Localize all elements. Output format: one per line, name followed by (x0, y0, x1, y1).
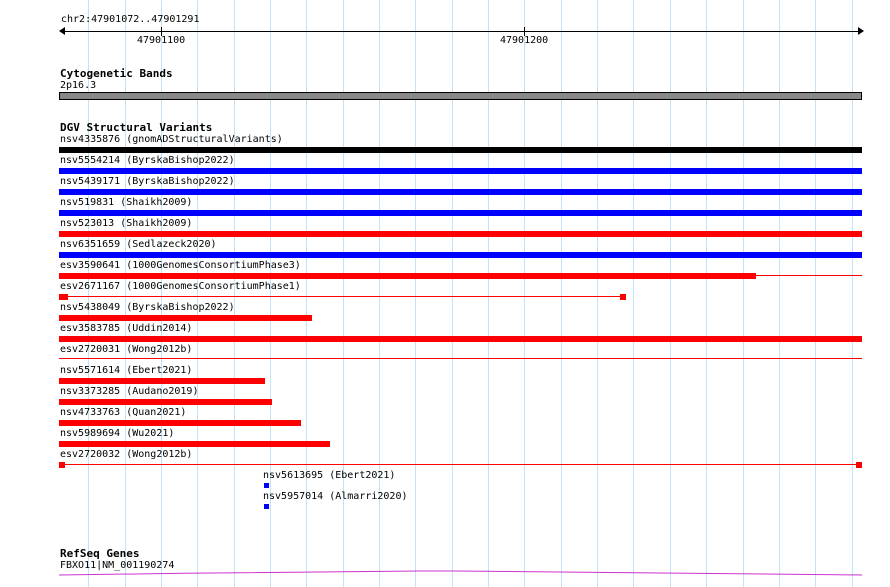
grid-line (670, 0, 671, 587)
variant-bar[interactable] (59, 189, 862, 195)
variant-label: esv2720031 (Wong2012b) (60, 344, 193, 355)
variant-label: nsv4733763 (Quan2021) (60, 407, 187, 418)
track-title: DGV Structural Variants (60, 121, 213, 134)
position-label: 47901100 (137, 35, 186, 46)
variant-bar[interactable] (59, 168, 862, 174)
variant-block[interactable] (264, 483, 269, 488)
variant-label: nsv4335876 (gnomADStructuralVariants) (60, 134, 283, 145)
variant-label: nsv5957014 (Almarri2020) (263, 491, 408, 502)
variant-bar[interactable] (59, 273, 756, 279)
variant-bar[interactable] (59, 441, 330, 447)
grid-line (524, 0, 525, 587)
variant-bar[interactable] (59, 210, 862, 216)
band-label: 2p16.3 (60, 80, 97, 91)
variant-label: nsv523013 (Shaikh2009) (60, 218, 193, 229)
variant-bar[interactable] (59, 378, 265, 384)
variant-label: esv2671167 (1000GenomesConsortiumPhase1) (60, 281, 301, 292)
grid-line (597, 0, 598, 587)
variant-end-block[interactable] (620, 294, 626, 300)
ruler-line (61, 31, 860, 32)
grid-line (488, 0, 489, 587)
cytogenetic-band-bar[interactable] (59, 92, 862, 100)
grid-line (633, 0, 634, 587)
variant-connector (756, 275, 862, 276)
right-arrow-icon (858, 27, 864, 35)
grid-line (125, 0, 126, 587)
variant-bar[interactable] (59, 231, 862, 237)
variant-label: nsv6351659 (Sedlazeck2020) (60, 239, 217, 250)
grid-line (852, 0, 853, 587)
variant-label: nsv519831 (Shaikh2009) (60, 197, 193, 208)
variant-label: nsv5439171 (ByrskaBishop2022) (60, 176, 235, 187)
variant-bar[interactable] (59, 315, 312, 321)
variant-bar[interactable] (59, 399, 272, 405)
genome-browser-view: chr2:47901072..47901291 47901100 4790120… (0, 0, 890, 587)
variant-label: esv3590641 (1000GenomesConsortiumPhase3) (60, 260, 301, 271)
variant-line[interactable] (59, 358, 862, 359)
grid-line (706, 0, 707, 587)
grid-line (415, 0, 416, 587)
variant-label: nsv5989694 (Wu2021) (60, 428, 175, 439)
grid-line (779, 0, 780, 587)
variant-label: esv3583785 (Uddin2014) (60, 323, 193, 334)
variant-label: nsv5613695 (Ebert2021) (263, 470, 396, 481)
track-title: RefSeq Genes (60, 547, 140, 560)
variant-block[interactable] (264, 504, 269, 509)
variant-bar[interactable] (59, 420, 301, 426)
grid-line (815, 0, 816, 587)
refseq-gene-track[interactable] (59, 566, 862, 587)
variant-label: nsv5438049 (ByrskaBishop2022) (60, 302, 235, 313)
track-title: Cytogenetic Bands (60, 67, 173, 80)
variant-bar[interactable] (59, 252, 862, 258)
grid-line (161, 0, 162, 587)
position-label: 47901200 (500, 35, 549, 46)
grid-line (743, 0, 744, 587)
variant-bar[interactable] (59, 147, 862, 153)
variant-label: nsv5554214 (ByrskaBishop2022) (60, 155, 235, 166)
refseq-gene-curve (59, 570, 862, 576)
variant-connector (65, 464, 856, 465)
grid-line (234, 0, 235, 587)
variant-label: nsv5571614 (Ebert2021) (60, 365, 193, 376)
variant-start-block[interactable] (59, 294, 68, 300)
variant-bar[interactable] (59, 336, 862, 342)
variant-label: nsv3373285 (Audano2019) (60, 386, 199, 397)
grid-line (197, 0, 198, 587)
variant-start-block[interactable] (59, 462, 65, 468)
range-label: chr2:47901072..47901291 (61, 14, 200, 25)
grid-line (452, 0, 453, 587)
variant-label: esv2720032 (Wong2012b) (60, 449, 193, 460)
grid-line (561, 0, 562, 587)
variant-connector (68, 296, 620, 297)
variant-end-block[interactable] (856, 462, 862, 468)
